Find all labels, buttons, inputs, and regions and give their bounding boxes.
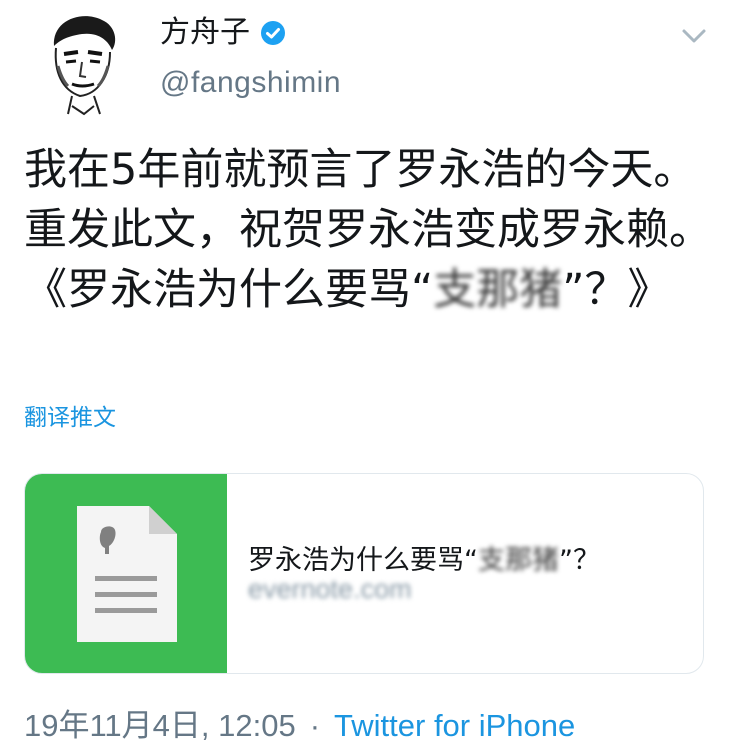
card-title-main: 罗永浩为什么要骂“ <box>248 545 478 576</box>
card-thumbnail <box>25 474 227 673</box>
tweet-timestamp[interactable]: 19年11月4日, 12:05 <box>24 708 296 743</box>
link-preview-card[interactable]: 罗永浩为什么要骂“支那猪”？ evernote.com <box>24 473 704 674</box>
chevron-down-icon[interactable] <box>680 26 708 46</box>
card-title-blurred: 支那猪 <box>478 545 559 576</box>
verified-badge-icon <box>261 21 285 45</box>
tweet-text-blurred: 支那猪 <box>433 265 563 315</box>
tweet-meta: 19年11月4日, 12:05 · Twitter for iPhone <box>24 700 575 745</box>
meta-separator: · <box>309 708 321 743</box>
card-domain: evernote.com <box>248 574 412 604</box>
tweet-text: 我在5年前就预言了罗永浩的今天。重发此文，祝贺罗永浩变成罗永赖。《罗永浩为什么要… <box>24 140 714 320</box>
tweet-source-link[interactable]: Twitter for iPhone <box>334 708 575 743</box>
card-title-end: ”？ <box>559 545 600 576</box>
evernote-document-icon <box>77 506 177 642</box>
card-title: 罗永浩为什么要骂“支那猪”？ <box>248 538 600 577</box>
translate-tweet-link[interactable]: 翻译推文 <box>24 398 116 432</box>
author-name-row[interactable]: 方舟子 <box>160 18 286 48</box>
avatar[interactable] <box>32 10 132 116</box>
portrait-sketch-avatar <box>32 10 132 116</box>
tweet-text-end: ”？》 <box>562 265 671 315</box>
display-name[interactable]: 方舟子 <box>160 18 250 48</box>
user-handle[interactable]: @fangshimin <box>160 66 341 100</box>
